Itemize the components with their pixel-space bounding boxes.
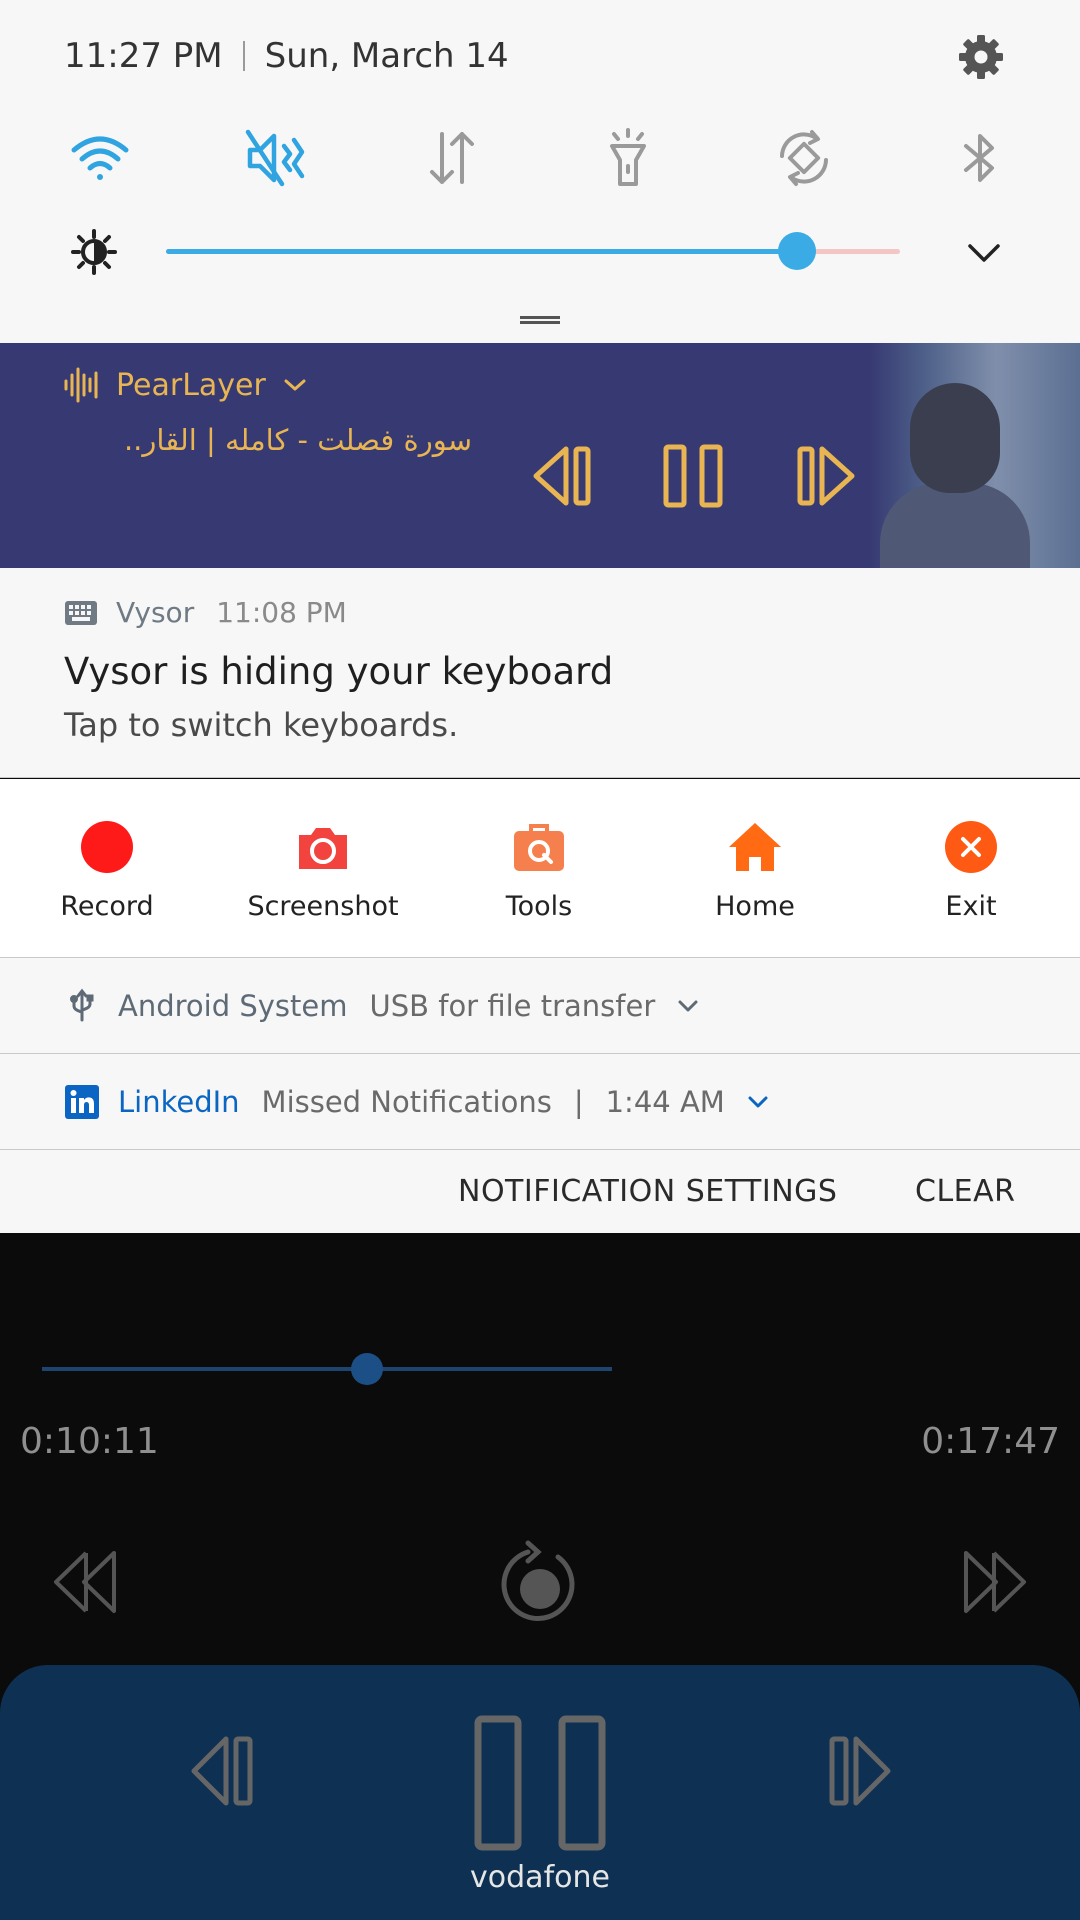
notification-app: Android System [118, 988, 348, 1023]
settings-gear-icon[interactable] [956, 32, 1006, 82]
notification-time: 11:08 PM [216, 596, 347, 629]
bluetooth-icon [964, 134, 994, 182]
camera-icon [299, 828, 347, 869]
total-time: 0:17:47 [921, 1421, 1060, 1462]
notification-settings-button[interactable]: NOTIFICATION SETTINGS [458, 1174, 837, 1209]
android-system-notification[interactable]: Android System USB for file transfer [0, 958, 1080, 1054]
media-notification[interactable]: PearLayer سورة فصلت - كامله | القار.. [0, 343, 1080, 568]
album-art-figure [880, 483, 1030, 568]
record-dot-icon [81, 821, 133, 873]
divider: | [573, 1084, 584, 1119]
album-art [870, 343, 1080, 568]
notification-text: USB for file transfer [369, 988, 656, 1023]
quick-panel: 11:27 PM Sun, March 14 [0, 0, 1080, 343]
media-track-title: سورة فصلت - كامله | القار.. [123, 423, 472, 457]
status-datetime: 11:27 PM Sun, March 14 [64, 36, 509, 76]
chevron-down-icon[interactable] [677, 998, 699, 1014]
background-player: 0:10:11 0:17:47 [0, 1233, 1080, 1920]
notification-header: Vysor 11:08 PM [64, 596, 347, 629]
home-button[interactable]: Home [655, 819, 855, 922]
linkedin-notification[interactable]: LinkedIn Missed Notifications | 1:44 AM [0, 1054, 1080, 1150]
previous-button[interactable] [530, 443, 596, 509]
usb-icon [70, 988, 94, 1021]
recorder-shortcuts: Record Screenshot Tools Home Exit [0, 779, 1080, 958]
toolbox-icon [514, 824, 564, 871]
vysor-notification[interactable]: Vysor 11:08 PM Vysor is hiding your keyb… [0, 568, 1080, 778]
tools-button[interactable]: Tools [439, 819, 639, 922]
screenshot-label: Screenshot [247, 891, 399, 922]
exit-label: Exit [945, 891, 997, 922]
seek-thumb[interactable] [350, 1353, 383, 1385]
record-button[interactable]: Record [7, 819, 207, 922]
wifi-icon [71, 136, 129, 180]
notification-time: 1:44 AM [605, 1084, 725, 1119]
notification-app: Vysor [116, 596, 195, 629]
mute-icon [245, 129, 305, 187]
pause-icon[interactable] [472, 1713, 608, 1853]
home-icon [729, 823, 781, 871]
wifi-tile[interactable] [62, 120, 138, 196]
replay-icon[interactable] [500, 1539, 580, 1625]
brightness-thumb[interactable] [778, 232, 817, 270]
pause-button[interactable] [660, 443, 726, 509]
clear-button[interactable]: CLEAR [915, 1174, 1015, 1209]
sound-tile[interactable] [238, 120, 314, 196]
next-button[interactable] [792, 443, 858, 509]
notification-app: LinkedIn [118, 1084, 240, 1119]
auto-rotate-icon [780, 130, 828, 186]
date: Sun, March 14 [264, 36, 509, 76]
seek-bar[interactable] [42, 1353, 612, 1385]
brightness-icon [71, 229, 117, 275]
home-label: Home [715, 891, 795, 922]
rotate-tile[interactable] [766, 120, 842, 196]
notification-title: Vysor is hiding your keyboard [64, 650, 614, 693]
divider [242, 41, 245, 71]
tools-label: Tools [505, 891, 573, 922]
flashlight-tile[interactable] [590, 120, 666, 196]
media-app-name: PearLayer [116, 367, 266, 403]
media-app-header[interactable]: PearLayer [62, 365, 308, 405]
expand-chevron-icon[interactable] [964, 236, 1004, 270]
skip-previous-icon[interactable] [188, 1731, 264, 1811]
data-arrows-icon [430, 132, 474, 184]
carrier-label: vodafone [470, 1860, 610, 1895]
chevron-down-icon[interactable] [747, 1094, 769, 1110]
bluetooth-tile[interactable] [942, 120, 1018, 196]
record-label: Record [60, 891, 154, 922]
keyboard-icon [65, 600, 97, 625]
clock: 11:27 PM [64, 36, 223, 76]
brightness-fill [166, 249, 798, 254]
brightness-slider[interactable] [166, 232, 900, 270]
quick-tiles [0, 120, 1080, 196]
notification-footer: NOTIFICATION SETTINGS CLEAR [0, 1150, 1080, 1233]
album-art-head [910, 383, 1000, 493]
close-icon [945, 821, 997, 873]
fast-forward-icon[interactable] [960, 1547, 1030, 1617]
screenshot-button[interactable]: Screenshot [223, 819, 423, 922]
mobile-data-tile[interactable] [414, 120, 490, 196]
soundwave-icon [64, 367, 98, 403]
chevron-down-icon [284, 379, 306, 391]
skip-next-icon[interactable] [818, 1731, 894, 1811]
rewind-icon[interactable] [50, 1547, 120, 1617]
notification-text: Missed Notifications [261, 1084, 552, 1119]
flashlight-icon [610, 128, 646, 186]
linkedin-logo-icon [65, 1084, 99, 1119]
panel-drag-handle[interactable] [520, 316, 560, 324]
notification-text: Tap to switch keyboards. [64, 706, 459, 744]
exit-button[interactable]: Exit [871, 819, 1071, 922]
elapsed-time: 0:10:11 [20, 1421, 159, 1462]
